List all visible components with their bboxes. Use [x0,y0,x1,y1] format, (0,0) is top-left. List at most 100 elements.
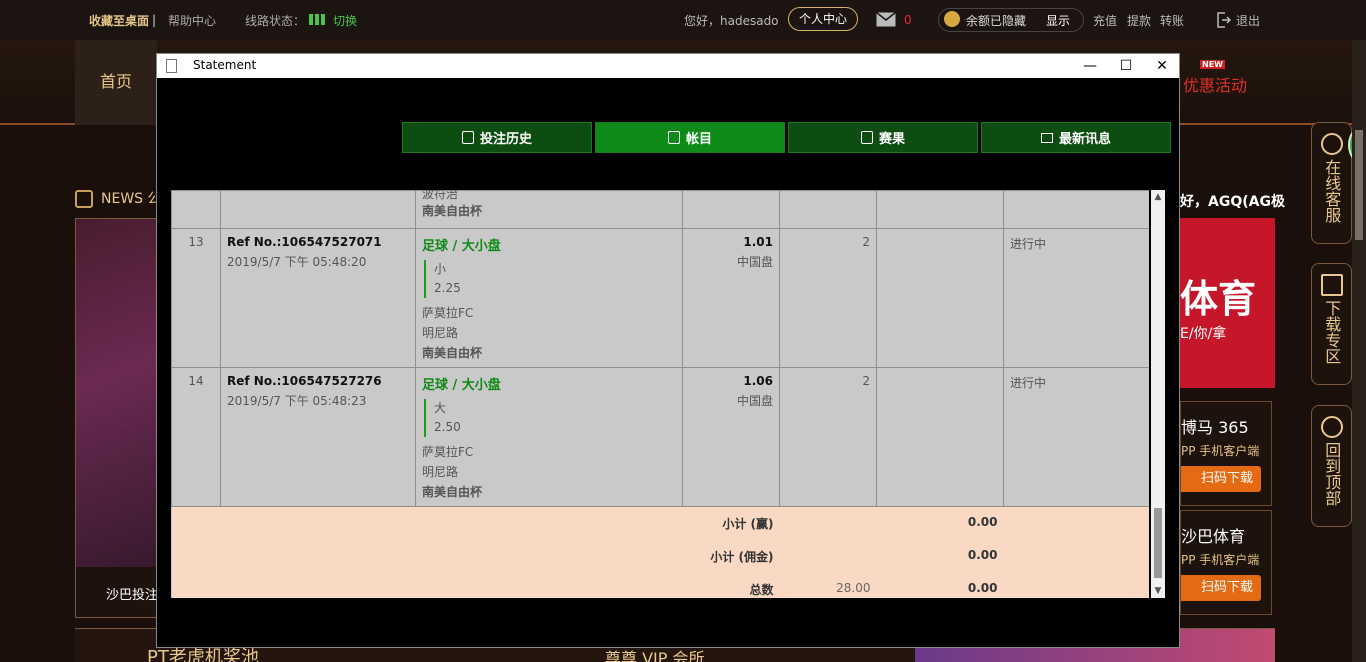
scroll-down-arrow-icon[interactable]: ▼ [1151,584,1165,598]
away-team: 明尼路 [422,465,459,479]
subtotal-win-row: 小计 (赢) 0.00 [171,506,1149,540]
total-stake [779,540,877,573]
tab-messages[interactable]: 最新讯息 [981,122,1171,153]
bet-type: 足球 / 大小盘 [422,378,501,393]
left-banner-caption: 沙巴投注 [106,588,159,603]
minimize-button[interactable]: — [1073,54,1107,78]
scroll-up-arrow-icon[interactable]: ▲ [1151,190,1165,204]
page-scrollbar[interactable] [1352,40,1366,662]
stake-value: 2 [779,228,877,368]
away-team: 明尼路 [422,326,459,340]
betslip-icon [461,131,474,144]
table-row: 14 Ref No.:106547527276 2019/5/7 下午 05:4… [171,367,1149,507]
maximize-button[interactable]: ☐ [1109,54,1143,78]
add-to-desktop-link[interactable]: 收藏至桌面 [89,12,149,29]
total-label: 小计 (佣金) [682,540,780,573]
window-title: Statement [193,58,257,72]
app-sub: PP 手机客户端 [1181,553,1260,567]
scrollbar-thumb[interactable] [1154,508,1162,578]
statement-table-container[interactable]: 波符治 南美自由杯 13 Ref No.:106547527071 2019/5… [171,190,1149,598]
headset-icon [1320,133,1343,155]
app-sub: PP 手机客户端 [1181,444,1260,458]
scan-download-button[interactable]: 扫码下载 [1181,575,1261,601]
result-value [876,228,1004,368]
league-name: 南美自由杯 [422,485,483,499]
total-value: 0.00 [876,506,1004,540]
subtotal-commission-row: 小计 (佣金) 0.00 [171,540,1149,573]
app-name: 博马 365 [1181,418,1249,437]
tab-results[interactable]: 赛果 [788,122,978,153]
coin-icon [944,11,960,27]
total-label: 小计 (赢) [682,506,780,540]
total-value: 0.00 [876,573,1004,598]
odds-type: 中国盘 [736,255,773,269]
new-badge: NEW [1200,60,1225,69]
window-titlebar: Statement — ☐ ✕ [157,54,1179,78]
home-team: 萨莫拉FC [422,445,474,459]
mail-count: 0 [904,13,912,27]
total-label: 总数 [682,573,780,598]
status-value: 进行中 [1003,228,1149,368]
envelope-icon [1040,132,1053,143]
download-zone-button[interactable]: 下载专区 [1311,263,1352,385]
app-name: 沙巴体育 [1181,527,1246,546]
separator: | [152,13,157,27]
line-status-label: 线路状态： [245,13,306,28]
mail-icon[interactable] [876,12,896,27]
ref-number: Ref No.:106547527276 [227,374,382,388]
logout-icon[interactable] [1217,12,1231,28]
results-icon [860,131,873,144]
news-icon [75,190,93,208]
balance-hidden-text: 余额已隐藏 [966,13,1027,28]
document-icon [166,59,177,73]
table-scrollbar[interactable]: ▲ ▼ [1151,190,1165,598]
transfer-link[interactable]: 转账 [1160,12,1184,29]
nav-promotions[interactable]: 优惠活动 [1183,72,1247,96]
statement-tabs: 投注历史 帐目 赛果 最新讯息 [402,122,1171,153]
deposit-link[interactable]: 充值 [1093,12,1117,29]
league-name: 南美自由杯 [422,346,483,360]
right-banner-subtitle: E/你/拿 [1180,326,1227,342]
statement-window: Statement — ☐ ✕ 投注历史 帐目 赛果 最新讯息 波符治 南美自由… [156,53,1180,648]
signal-icon [309,14,325,25]
monitor-icon [1320,274,1343,296]
show-balance-button[interactable]: 显示 [1046,12,1070,29]
logout-link[interactable]: 退出 [1236,12,1260,29]
back-to-top-button[interactable]: 回到顶部 [1311,405,1352,527]
left-promo-banner[interactable] [75,218,158,618]
scan-download-button[interactable]: 扫码下载 [1181,466,1261,492]
site-topbar: 收藏至桌面 | 帮助中心 线路状态： 切换 您好，hadesado 个人中心 0… [0,0,1366,40]
app-download-box: 沙巴体育 PP 手机客户端 扫码下载 [1180,510,1272,615]
odds-value: 1.01 [743,235,773,249]
tab-bet-history[interactable]: 投注历史 [402,122,592,153]
bet-time: 2019/5/7 下午 05:48:20 [227,255,367,269]
help-center-link[interactable]: 帮助中心 [168,12,216,29]
bet-type: 足球 / 大小盘 [422,239,501,254]
withdraw-link[interactable]: 提款 [1127,12,1151,29]
bet-time: 2019/5/7 下午 05:48:23 [227,394,367,408]
close-button[interactable]: ✕ [1145,54,1179,78]
team-name: 波符治 [422,190,459,201]
grand-total-row: 总数 28.00 0.00 [171,573,1149,598]
ref-number: Ref No.:106547527071 [227,235,382,249]
right-promo-banner[interactable]: 体育 E/你/拿 [1180,218,1275,388]
news-label: NEWS 公 [75,188,162,208]
tab-statement[interactable]: 帐目 [595,122,785,153]
selection-line: 2.25 [434,281,461,295]
selection-pick: 大 [434,401,447,415]
table-row: 13 Ref No.:106547527071 2019/5/7 下午 05:4… [171,228,1149,368]
odds-value: 1.06 [743,374,773,388]
selection: 大 2.50 [424,399,676,437]
news-ticker: 好，AGQ(AG极 [1180,194,1285,210]
online-support-button[interactable]: 在线客服 [1311,122,1352,244]
ledger-icon [667,131,680,144]
user-center-button[interactable]: 个人中心 [788,7,859,31]
row-index: 13 [171,228,221,368]
app-download-box: 博马 365 PP 手机客户端 扫码下载 [1180,401,1272,506]
nav-home[interactable]: 首页 [75,40,157,125]
status-value: 进行中 [1003,367,1149,507]
selection: 小 2.25 [424,260,676,298]
result-value [876,367,1004,507]
switch-line-link[interactable]: 切换 [333,12,357,29]
home-team: 萨莫拉FC [422,306,474,320]
